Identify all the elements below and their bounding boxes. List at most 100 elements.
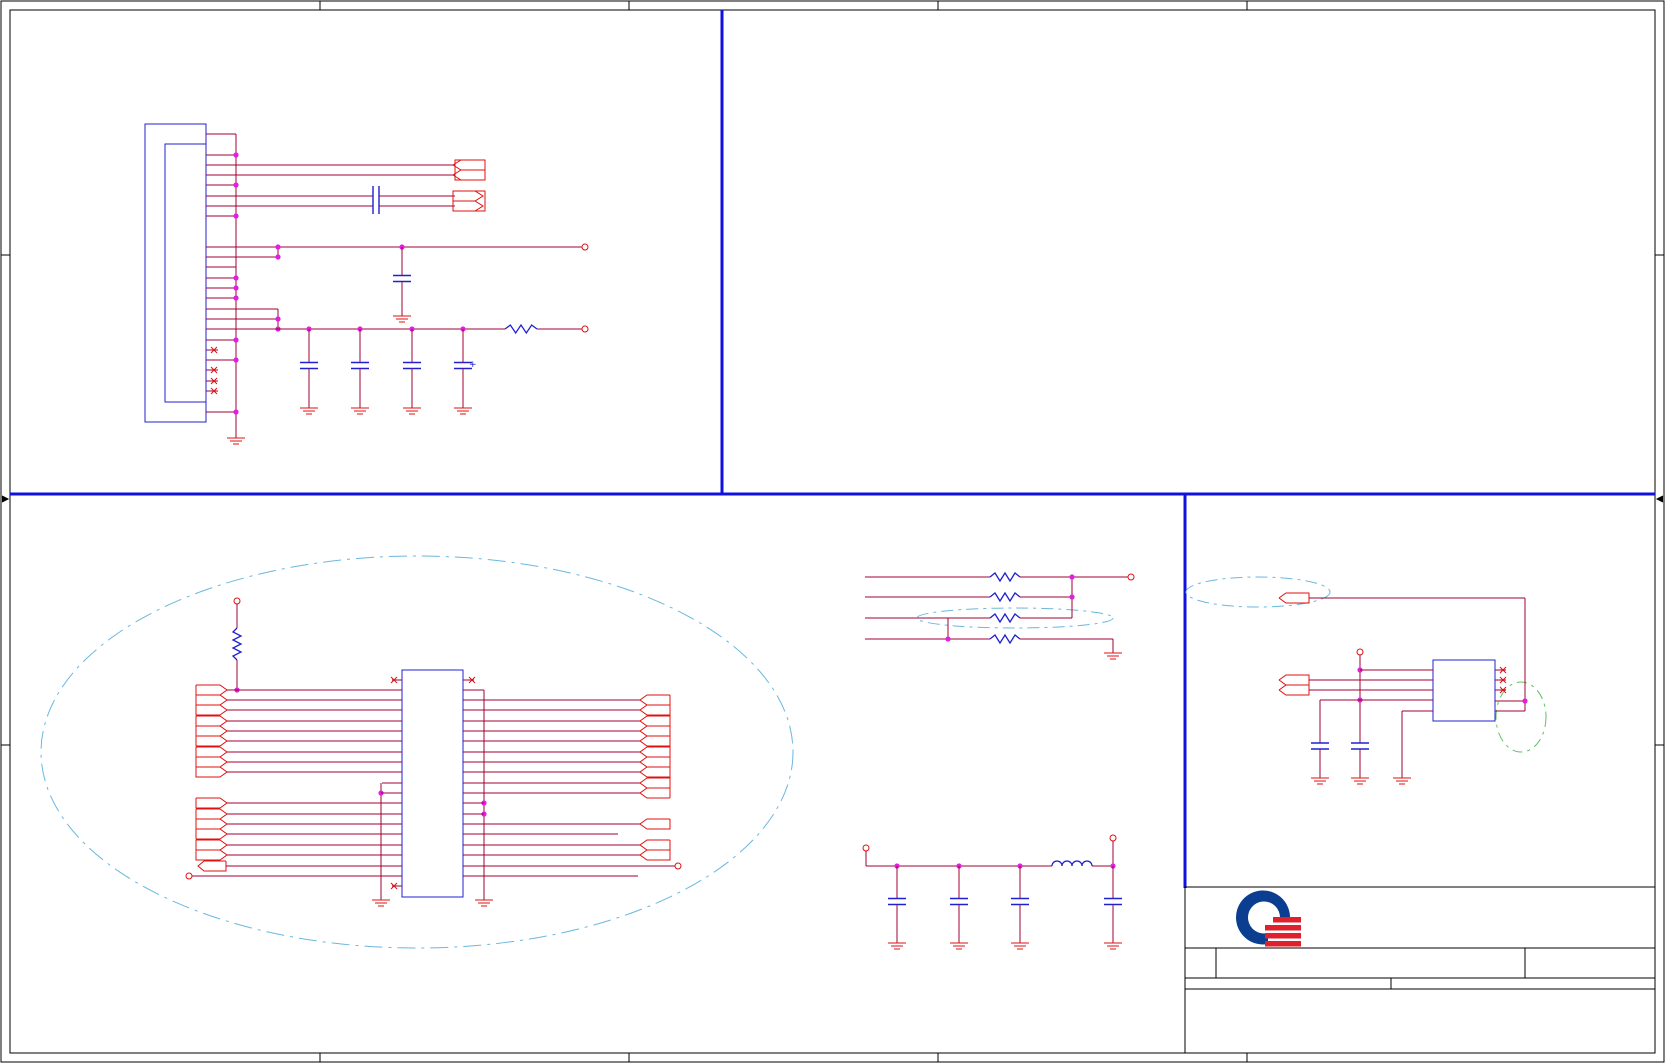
resistor xyxy=(231,627,243,661)
input-port xyxy=(195,715,228,727)
power-port-circle xyxy=(233,597,241,605)
output-port xyxy=(639,725,670,737)
output-port xyxy=(639,746,670,758)
zone-arrow xyxy=(1,495,10,503)
input-port xyxy=(195,684,228,696)
power-port-circle xyxy=(581,325,589,333)
ground-symbol xyxy=(300,402,318,415)
power-filter-section xyxy=(862,834,1122,950)
logo-stripe xyxy=(1265,933,1301,939)
ground-symbol xyxy=(475,894,493,907)
ground-symbol xyxy=(950,937,968,950)
ground-symbol xyxy=(888,937,906,950)
junction-dot xyxy=(945,636,951,642)
ground-symbol xyxy=(1104,647,1122,660)
junction-dot xyxy=(233,152,239,158)
logo-stripe xyxy=(1265,941,1301,947)
net-port xyxy=(452,200,484,212)
bulk-capacitor xyxy=(300,329,318,402)
input-port xyxy=(195,746,228,758)
output-port xyxy=(639,777,670,789)
power-port-circle xyxy=(185,872,193,880)
power-port-circle xyxy=(674,862,682,870)
ground-symbol xyxy=(454,402,472,415)
ground-symbol xyxy=(1011,937,1029,950)
input-port xyxy=(195,694,228,706)
buffer-ic-body xyxy=(401,669,464,898)
logo-stripe xyxy=(1273,917,1301,923)
connector-power-section: + xyxy=(144,123,589,445)
ground-symbol xyxy=(351,402,369,415)
output-port xyxy=(639,715,670,727)
ground-symbol xyxy=(1311,772,1329,785)
input-port xyxy=(195,818,228,830)
junction-dot xyxy=(1069,594,1075,600)
output-port xyxy=(639,694,670,706)
junction-dot xyxy=(275,316,281,322)
net-group-outline xyxy=(1495,681,1547,753)
input-port xyxy=(195,756,228,768)
net-port xyxy=(1278,592,1310,604)
ground-symbol xyxy=(393,310,411,323)
junction-dot xyxy=(275,254,281,260)
input-port xyxy=(195,797,228,809)
bulk-capacitor xyxy=(403,329,421,402)
output-port xyxy=(639,704,670,716)
net-group-outline xyxy=(40,555,794,949)
junction-dot xyxy=(233,182,239,188)
junction-dot xyxy=(233,213,239,219)
zone-arrow xyxy=(1655,495,1664,503)
polarity-mark: + xyxy=(469,360,477,370)
buffer-ic-section xyxy=(40,555,794,949)
net-port xyxy=(452,169,486,181)
ground-symbol xyxy=(1393,772,1411,785)
junction-dot xyxy=(275,244,281,250)
power-port-circle xyxy=(1356,648,1364,656)
output-port xyxy=(197,860,227,872)
net-port xyxy=(452,190,484,202)
connector-inner xyxy=(164,143,207,403)
output-port xyxy=(639,735,670,747)
junction-dot xyxy=(233,409,239,415)
ground-symbol xyxy=(1351,772,1369,785)
inductor xyxy=(1051,860,1093,867)
net-port xyxy=(1278,684,1310,696)
connector-outline xyxy=(144,123,207,423)
inner-frame xyxy=(9,9,1656,1054)
output-port xyxy=(639,756,670,768)
input-port xyxy=(195,839,228,851)
net-port xyxy=(452,159,486,171)
regulator-ic-body xyxy=(1432,659,1496,722)
output-port xyxy=(639,840,671,861)
junction-dot xyxy=(233,285,239,291)
power-port-circle xyxy=(1109,834,1117,842)
ground-symbol xyxy=(372,894,390,907)
resistor xyxy=(504,323,538,335)
power-port-circle xyxy=(581,243,589,251)
bulk-capacitor xyxy=(351,329,369,402)
net-port xyxy=(1278,674,1310,686)
junction-dot xyxy=(233,357,239,363)
filter-capacitor xyxy=(1104,866,1122,937)
input-port xyxy=(195,849,228,861)
junction-dot xyxy=(1069,574,1075,580)
output-port xyxy=(639,766,670,778)
resistor xyxy=(989,612,1021,624)
resistor xyxy=(989,571,1021,583)
decoupling-capacitor xyxy=(393,247,411,310)
input-port xyxy=(195,725,228,737)
logo-stripe xyxy=(1265,925,1301,931)
ground-symbol xyxy=(403,402,421,415)
junction-dot xyxy=(233,275,239,281)
schematic-sheet: + xyxy=(0,0,1665,1063)
input-port xyxy=(195,704,228,716)
section-borders xyxy=(10,10,1655,888)
output-port xyxy=(639,818,671,830)
decoupling-capacitor xyxy=(1311,720,1329,772)
outer-frame xyxy=(0,0,1665,1063)
input-port xyxy=(195,735,228,747)
decoupling-capacitor xyxy=(1351,720,1369,772)
power-port-circle xyxy=(862,844,870,852)
junction-dot xyxy=(233,295,239,301)
input-port xyxy=(195,766,228,778)
